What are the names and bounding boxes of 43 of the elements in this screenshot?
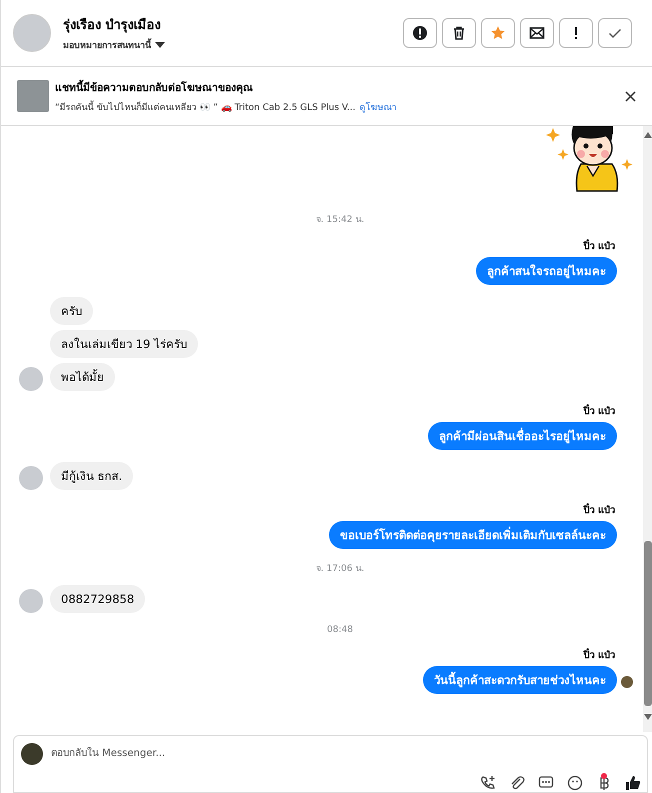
sent-message: ขอเบอร์โทรติดต่อคุยรายละเอียดเพิ่มเติมกับเซลล์นะคะ bbox=[329, 521, 617, 550]
close-icon[interactable] bbox=[625, 90, 636, 102]
notification-dot bbox=[601, 773, 607, 780]
scroll-down-icon[interactable] bbox=[644, 714, 652, 720]
sender-name: ปิ๋ว แป๋ว bbox=[584, 502, 615, 518]
emoji-icon[interactable] bbox=[567, 775, 583, 792]
sender-name: ปิ๋ว แป๋ว bbox=[584, 647, 615, 662]
ad-photo-placeholder bbox=[17, 80, 49, 112]
received-message: ครับ bbox=[50, 297, 93, 326]
received-message: พอได้มั้ย bbox=[50, 363, 115, 392]
paperclip-icon[interactable] bbox=[509, 775, 525, 792]
received-message: 0882729858 bbox=[50, 585, 146, 614]
report-icon bbox=[412, 25, 428, 42]
envelope-icon bbox=[529, 25, 545, 42]
received-message: ลงในเล่มเขียว 19 ไร่ครับ bbox=[50, 330, 198, 358]
sender-name: ปิ๋ว แป๋ว bbox=[584, 403, 615, 418]
sent-message: ลูกค้ามีผ่อนสินเชื่ออะไรอยู่ไหมคะ bbox=[428, 422, 617, 450]
received-message: มีกู้เงิน ธกส. bbox=[50, 462, 134, 490]
report-button[interactable] bbox=[403, 18, 437, 48]
avatar bbox=[13, 14, 51, 52]
sent-message: ลูกค้าสนใจรถอยู่ไหมคะ bbox=[476, 257, 617, 286]
scrollbar[interactable] bbox=[643, 126, 652, 732]
scrollbar-thumb[interactable] bbox=[644, 541, 652, 706]
ad-notice-title: แชทนี้มีข้อความตอบกลับต่อโฆษณาของคุณ bbox=[55, 78, 254, 96]
contact-name: รุ่งเรือง บำรุงเมือง bbox=[63, 16, 162, 36]
user-avatar bbox=[21, 743, 43, 766]
star-icon bbox=[490, 25, 506, 42]
view-ad-link[interactable]: ดูโฆษณา bbox=[359, 100, 396, 114]
timestamp: จ. 15:42 น. bbox=[314, 214, 364, 226]
delete-button[interactable] bbox=[442, 18, 476, 48]
timestamp: จ. 17:06 น. bbox=[314, 563, 364, 576]
trash-icon bbox=[451, 25, 467, 42]
timestamp: 08:48 bbox=[326, 625, 353, 636]
sender-name: ปิ๋ว แป๋ว bbox=[584, 238, 615, 254]
mark-unread-button[interactable] bbox=[520, 18, 554, 48]
caret-icon[interactable] bbox=[155, 42, 165, 48]
thumbs-up-icon[interactable] bbox=[625, 775, 641, 792]
scroll-up-icon[interactable] bbox=[644, 132, 652, 138]
assign-label[interactable]: มอบหมายการสนทนานี้ bbox=[63, 38, 151, 52]
star-button[interactable] bbox=[481, 18, 515, 48]
sent-message: วันนี้ลูกค้าสะดวกรับสายช่วงไหนคะ bbox=[423, 666, 617, 694]
ad-snippet: “มีรถคันนี้ ขับไปไหนก็มีแต่คนเหลียว 👀 ” 🚗 Triton Cab 2.5 GLS Plus V... bbox=[55, 100, 356, 114]
add-call-icon[interactable] bbox=[480, 775, 496, 792]
